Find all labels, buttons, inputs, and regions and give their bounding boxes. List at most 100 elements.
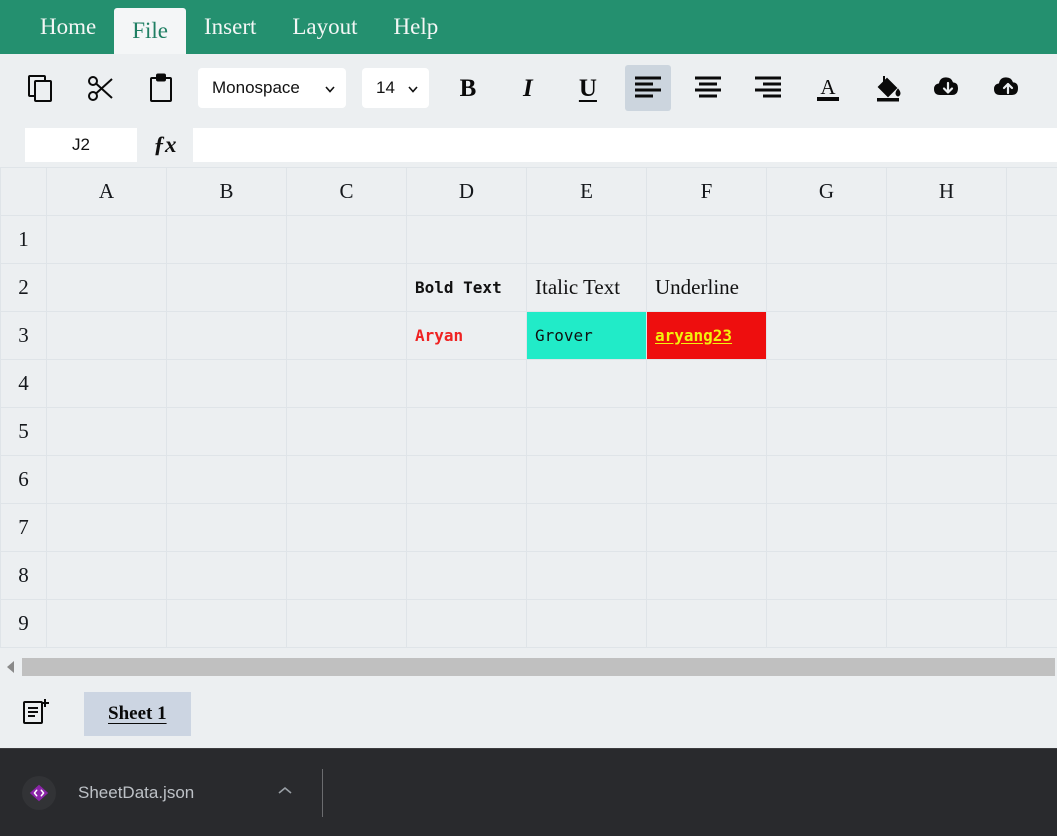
cell-f6[interactable] bbox=[646, 455, 767, 504]
cell-partial[interactable] bbox=[1006, 311, 1057, 360]
cell-partial[interactable] bbox=[1006, 263, 1057, 312]
cell-f1[interactable] bbox=[646, 215, 767, 264]
menu-item-layout[interactable]: Layout bbox=[274, 0, 375, 54]
column-header-g[interactable]: G bbox=[766, 167, 887, 216]
cell-e8[interactable] bbox=[526, 551, 647, 600]
cell-f4[interactable] bbox=[646, 359, 767, 408]
cell-partial[interactable] bbox=[1006, 407, 1057, 456]
cell-c9[interactable] bbox=[286, 599, 407, 648]
font-family-select[interactable]: Monospace bbox=[198, 68, 346, 108]
cell-c3[interactable] bbox=[286, 311, 407, 360]
cell-a8[interactable] bbox=[46, 551, 167, 600]
cell-h8[interactable] bbox=[886, 551, 1007, 600]
cell-h7[interactable] bbox=[886, 503, 1007, 552]
row-header-1[interactable]: 1 bbox=[0, 215, 47, 264]
cell-partial[interactable] bbox=[1006, 215, 1057, 264]
copy-button[interactable] bbox=[18, 65, 64, 111]
column-header-c[interactable]: C bbox=[286, 167, 407, 216]
cell-h5[interactable] bbox=[886, 407, 1007, 456]
cell-e4[interactable] bbox=[526, 359, 647, 408]
cell-b3[interactable] bbox=[166, 311, 287, 360]
row-header-5[interactable]: 5 bbox=[0, 407, 47, 456]
cell-partial[interactable] bbox=[1006, 359, 1057, 408]
upload-button[interactable] bbox=[985, 65, 1031, 111]
bold-button[interactable]: B bbox=[445, 65, 491, 111]
row-header-4[interactable]: 4 bbox=[0, 359, 47, 408]
column-header-d[interactable]: D bbox=[406, 167, 527, 216]
cell-d4[interactable] bbox=[406, 359, 527, 408]
paste-button[interactable] bbox=[138, 65, 184, 111]
row-header-2[interactable]: 2 bbox=[0, 263, 47, 312]
cell-c7[interactable] bbox=[286, 503, 407, 552]
cell-g6[interactable] bbox=[766, 455, 887, 504]
cell-partial[interactable] bbox=[1006, 551, 1057, 600]
underline-button[interactable]: U bbox=[565, 65, 611, 111]
cell-d6[interactable] bbox=[406, 455, 527, 504]
cell-f3[interactable]: aryang23 bbox=[646, 311, 767, 360]
cell-f9[interactable] bbox=[646, 599, 767, 648]
column-header-b[interactable]: B bbox=[166, 167, 287, 216]
cut-button[interactable] bbox=[78, 65, 124, 111]
cell-a5[interactable] bbox=[46, 407, 167, 456]
select-all-corner[interactable] bbox=[0, 167, 47, 216]
column-header-a[interactable]: A bbox=[46, 167, 167, 216]
cell-d3[interactable]: Aryan bbox=[406, 311, 527, 360]
text-color-button[interactable]: A bbox=[805, 65, 851, 111]
cell-b6[interactable] bbox=[166, 455, 287, 504]
cell-e2[interactable]: Italic Text bbox=[526, 263, 647, 312]
cell-d9[interactable] bbox=[406, 599, 527, 648]
cell-c8[interactable] bbox=[286, 551, 407, 600]
cell-g9[interactable] bbox=[766, 599, 887, 648]
scrollbar-thumb[interactable] bbox=[22, 658, 1055, 676]
cell-h2[interactable] bbox=[886, 263, 1007, 312]
column-header-e[interactable]: E bbox=[526, 167, 647, 216]
cell-partial[interactable] bbox=[1006, 599, 1057, 648]
menu-item-insert[interactable]: Insert bbox=[186, 0, 274, 54]
cell-d2[interactable]: Bold Text bbox=[406, 263, 527, 312]
cell-h1[interactable] bbox=[886, 215, 1007, 264]
fill-color-button[interactable] bbox=[865, 65, 911, 111]
row-header-7[interactable]: 7 bbox=[0, 503, 47, 552]
menu-item-home[interactable]: Home bbox=[22, 0, 114, 54]
cell-a6[interactable] bbox=[46, 455, 167, 504]
cell-d8[interactable] bbox=[406, 551, 527, 600]
cell-g5[interactable] bbox=[766, 407, 887, 456]
cell-e3[interactable]: Grover bbox=[526, 311, 647, 360]
download-button[interactable] bbox=[925, 65, 971, 111]
cell-f5[interactable] bbox=[646, 407, 767, 456]
cell-c4[interactable] bbox=[286, 359, 407, 408]
cell-c5[interactable] bbox=[286, 407, 407, 456]
column-header-h[interactable]: H bbox=[886, 167, 1007, 216]
cell-e7[interactable] bbox=[526, 503, 647, 552]
cell-g8[interactable] bbox=[766, 551, 887, 600]
cell-f8[interactable] bbox=[646, 551, 767, 600]
cell-e1[interactable] bbox=[526, 215, 647, 264]
cell-g7[interactable] bbox=[766, 503, 887, 552]
column-header-partial[interactable] bbox=[1006, 167, 1057, 216]
cell-h9[interactable] bbox=[886, 599, 1007, 648]
cell-b8[interactable] bbox=[166, 551, 287, 600]
italic-button[interactable]: I bbox=[505, 65, 551, 111]
cell-h6[interactable] bbox=[886, 455, 1007, 504]
column-header-f[interactable]: F bbox=[646, 167, 767, 216]
cell-e5[interactable] bbox=[526, 407, 647, 456]
row-header-3[interactable]: 3 bbox=[0, 311, 47, 360]
cell-b9[interactable] bbox=[166, 599, 287, 648]
chevron-left-icon[interactable] bbox=[0, 654, 22, 680]
menu-item-help[interactable]: Help bbox=[376, 0, 457, 54]
row-header-6[interactable]: 6 bbox=[0, 455, 47, 504]
download-item[interactable]: SheetData.json bbox=[0, 749, 324, 836]
cell-reference-box[interactable]: J2 bbox=[25, 127, 137, 162]
cell-b7[interactable] bbox=[166, 503, 287, 552]
align-right-button[interactable] bbox=[745, 65, 791, 111]
cell-g4[interactable] bbox=[766, 359, 887, 408]
cell-a7[interactable] bbox=[46, 503, 167, 552]
horizontal-scrollbar[interactable] bbox=[0, 654, 1057, 680]
cell-a2[interactable] bbox=[46, 263, 167, 312]
cell-a4[interactable] bbox=[46, 359, 167, 408]
cell-b1[interactable] bbox=[166, 215, 287, 264]
add-sheet-button[interactable] bbox=[14, 692, 58, 736]
font-size-select[interactable]: 14 bbox=[362, 68, 429, 108]
cell-g3[interactable] bbox=[766, 311, 887, 360]
sheet-tab-sheet-1[interactable]: Sheet 1 bbox=[84, 692, 191, 736]
